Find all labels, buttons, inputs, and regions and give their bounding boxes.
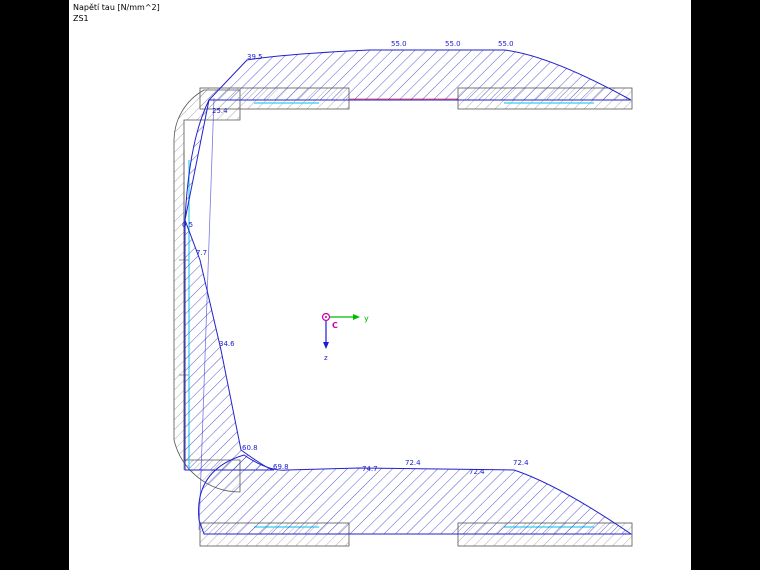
- label-bottom-flange-4: 72.4: [469, 468, 485, 476]
- label-top-flange-2: 55.0: [391, 40, 407, 48]
- drawing-canvas[interactable]: Napětí tau [N/mm^2] ZS1 39.5 55.0 55.0 5…: [69, 0, 691, 570]
- label-web-4: 60.8: [242, 444, 258, 452]
- label-web-1: 0.5: [182, 221, 193, 229]
- stress-area-web: [184, 99, 275, 471]
- y-axis-label: y: [364, 314, 369, 323]
- viewport-frame: Napětí tau [N/mm^2] ZS1 39.5 55.0 55.0 5…: [0, 0, 760, 570]
- label-bottom-flange-5: 72.4: [513, 459, 529, 467]
- label-web-2: 7.7: [196, 249, 207, 257]
- label-bottom-flange-3: 72.4: [405, 459, 421, 467]
- axes-symbol: y z C: [321, 312, 369, 362]
- label-top-flange-3: 55.0: [445, 40, 461, 48]
- label-bottom-flange-1: 69.8: [273, 463, 289, 471]
- z-axis-label: z: [324, 354, 328, 362]
- label-bottom-flange-2: 74.7: [362, 465, 378, 473]
- stress-diagram: 39.5 55.0 55.0 55.0 25.4 0.5 7.7 34.6 60…: [173, 40, 633, 547]
- centroid-label: C: [332, 321, 338, 330]
- label-top-flange-4: 55.0: [498, 40, 514, 48]
- label-top-corner: 25.4: [212, 107, 228, 115]
- z-axis-arrow-icon: [323, 342, 329, 349]
- label-web-3: 34.6: [219, 340, 235, 348]
- y-axis-arrow-icon: [353, 314, 360, 320]
- label-top-flange-1: 39.5: [247, 53, 263, 61]
- stress-area-top: [207, 49, 632, 101]
